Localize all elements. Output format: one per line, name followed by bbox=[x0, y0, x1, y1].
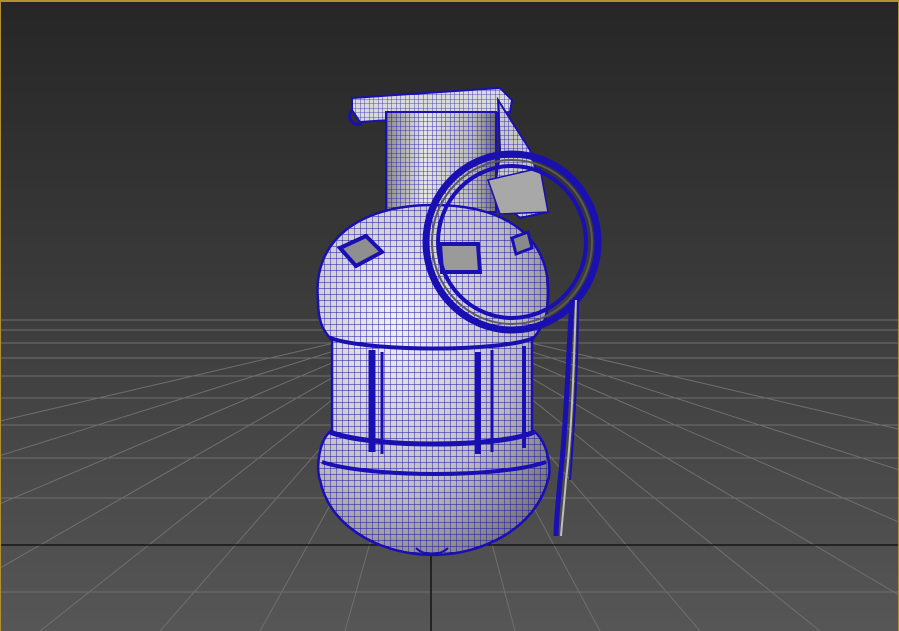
viewport-scene bbox=[0, 86, 899, 631]
grenade-pin-strap bbox=[553, 299, 579, 537]
grenade-body bbox=[316, 203, 551, 557]
perspective-viewport[interactable] bbox=[0, 0, 899, 631]
